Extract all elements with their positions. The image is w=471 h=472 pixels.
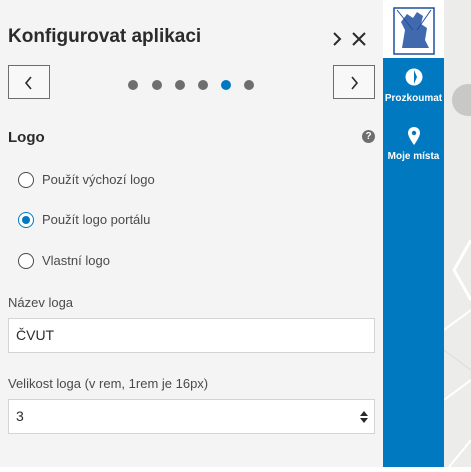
panel-title: Konfigurovat aplikaci [8,26,202,47]
cvut-lion-logo-icon [393,7,435,55]
config-panel: Konfigurovat aplikaci Logo ? Použít vých… [0,0,383,467]
radio-label: Použít logo portálu [42,212,151,227]
step-dot-active[interactable] [221,80,231,90]
step-dot[interactable] [175,80,185,90]
app-sidebar: Prozkoumat Moje místa [383,0,444,467]
map-background [443,0,471,468]
nav-explore[interactable]: Prozkoumat [383,66,444,104]
map-view[interactable] [443,0,471,468]
nav-my-places-label: Moje místa [387,151,440,162]
radio-button[interactable] [18,172,34,188]
nav-my-places[interactable]: Moje místa [383,126,444,162]
radio-label: Použít výchozí logo [42,172,155,187]
radio-label: Vlastní logo [42,253,110,268]
logo-size-value: 3 [16,408,24,424]
chevron-right-icon [351,76,359,90]
step-dot[interactable] [128,80,138,90]
map-pin-icon [407,127,420,145]
step-dot[interactable] [244,80,254,90]
radio-button[interactable] [18,253,34,269]
step-dot[interactable] [198,80,208,90]
chevron-left-icon [24,76,32,90]
radio-button-checked[interactable] [18,212,34,228]
step-dot[interactable] [152,80,162,90]
nav-explore-label: Prozkoumat [384,93,443,104]
logo-name-value: ČVUT [16,327,55,343]
logo-name-label: Název loga [8,295,74,310]
next-step-button[interactable] [333,65,375,99]
section-title: Logo [8,129,45,146]
logo-size-label: Velikost loga (v rem, 1rem je 16px) [8,376,209,391]
compass-icon [405,68,422,86]
logo-name-input[interactable]: ČVUT [8,318,375,353]
app-logo [383,0,444,58]
close-icon[interactable] [351,31,367,47]
spinner-arrows-icon[interactable] [360,411,368,423]
help-icon[interactable]: ? [362,130,375,143]
chevron-right-icon[interactable] [331,30,343,48]
previous-step-button[interactable] [8,65,50,99]
logo-size-input[interactable]: 3 [8,399,375,434]
